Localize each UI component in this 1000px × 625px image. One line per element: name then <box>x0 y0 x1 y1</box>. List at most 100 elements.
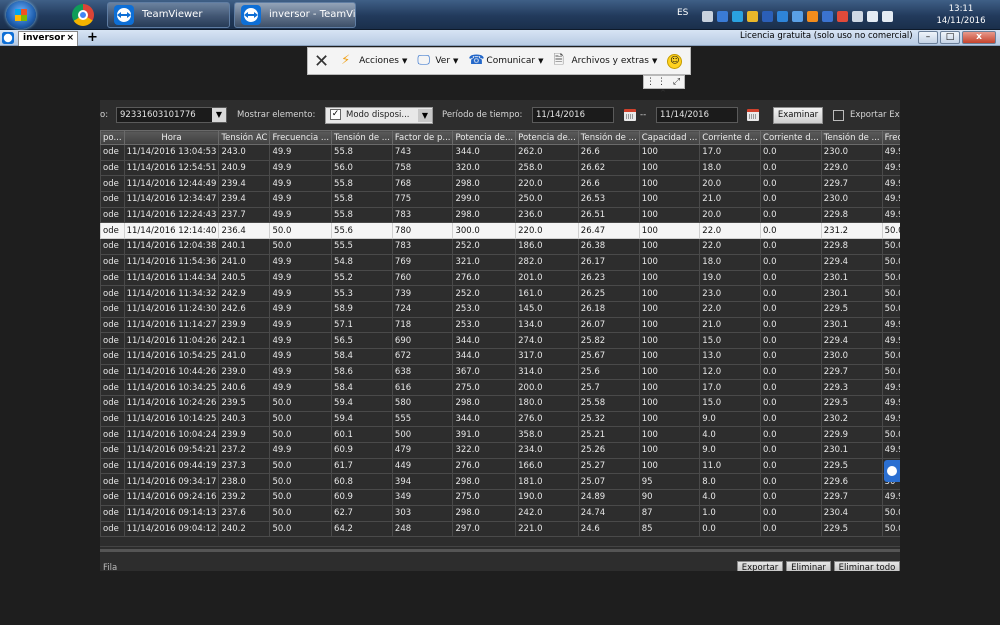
table-row[interactable]: ode 11/14/2016 10:34:25 240.6 49.9 58.4 616 27… <box>100 379 900 396</box>
table-cell: 250.0 <box>515 191 579 208</box>
column-header[interactable]: Tensión de ... <box>577 130 640 145</box>
menu-label: Acciones <box>359 56 399 66</box>
flag-icon[interactable] <box>837 10 848 22</box>
table-row[interactable]: ode 11/14/2016 11:24:30 242.6 49.9 58.9 724 25… <box>100 300 900 318</box>
table-cell: 22.0 <box>699 300 762 318</box>
column-header[interactable]: Potencia de... <box>452 130 517 145</box>
table-row[interactable]: ode 11/14/2016 13:04:53 243.0 49.9 55.8 743 34… <box>100 144 900 161</box>
table-row[interactable]: ode 11/14/2016 11:54:36 241.0 49.9 54.8 769 32… <box>100 253 900 271</box>
menu-comunicar[interactable]: ☎ Comunicar ▼ <box>468 54 543 68</box>
table-row[interactable]: ode 11/14/2016 09:34:17 238.0 50.0 60.8 394 29… <box>100 473 900 491</box>
table-row[interactable]: ode 11/14/2016 10:14:25 240.3 50.0 59.4 555 34… <box>100 410 900 428</box>
examine-button[interactable]: Examinar <box>773 107 823 124</box>
keyboard-icon[interactable] <box>702 10 713 22</box>
menu-archivos[interactable]: 🗎 Archivos y extras ▼ <box>553 54 657 68</box>
maximize-button[interactable]: □ <box>940 31 960 44</box>
column-header[interactable]: Factor de p... <box>391 130 454 145</box>
table-cell: 25.26 <box>577 442 640 459</box>
monitor-tray-icon[interactable] <box>822 10 833 22</box>
close-session-icon[interactable]: ✕ <box>314 51 329 72</box>
start-button[interactable] <box>6 1 36 29</box>
table-cell: 26.6 <box>577 175 640 193</box>
menu-ver[interactable]: 🖵 Ver ▼ <box>417 54 458 68</box>
table-row[interactable]: ode 11/14/2016 12:34:47 239.4 49.9 55.8 775 29… <box>100 191 900 208</box>
column-header[interactable]: po... <box>100 130 125 145</box>
export-excel-checkbox[interactable] <box>833 110 844 121</box>
horizontal-scrollbar[interactable] <box>100 549 900 552</box>
volume-icon[interactable] <box>882 10 893 22</box>
column-header[interactable]: Frecue <box>881 130 900 145</box>
taskbar-inversor[interactable]: inversor - TeamVi... <box>234 2 356 28</box>
date-from-input[interactable]: 11/14/2016 <box>532 107 614 123</box>
new-tab-button[interactable]: + <box>87 30 98 45</box>
table-row[interactable]: ode 11/14/2016 09:04:12 240.2 50.0 64.2 248 29… <box>100 520 900 538</box>
table-cell: 100 <box>638 300 701 318</box>
table-row[interactable]: ode 11/14/2016 10:54:25 241.0 49.9 58.4 672 34… <box>100 347 900 365</box>
drive-icon[interactable] <box>747 10 758 22</box>
sync-icon[interactable] <box>777 10 788 22</box>
tab-inversor[interactable]: inversor × <box>18 31 78 46</box>
table-row[interactable]: ode 11/14/2016 10:04:24 239.9 50.0 60.1 500 39… <box>100 426 900 444</box>
bluetooth-icon[interactable] <box>762 10 773 22</box>
column-header[interactable]: Potencia de... <box>515 130 579 145</box>
table-row[interactable]: ode 11/14/2016 09:14:13 237.6 50.0 62.7 303 29… <box>100 504 900 522</box>
column-header[interactable]: Corriente d... <box>760 130 822 145</box>
column-header[interactable]: Capacidad ... <box>638 130 701 145</box>
delete-all-button[interactable]: Eliminar todo <box>834 561 900 571</box>
table-cell: 49.9 <box>269 379 333 396</box>
power-icon[interactable] <box>852 10 863 22</box>
column-header[interactable]: Frecuencia ... <box>269 130 333 145</box>
table-row[interactable]: ode 11/14/2016 12:14:40 236.4 50.0 55.6 780 30… <box>100 222 900 240</box>
table-cell: 20.0 <box>699 206 762 224</box>
table-row[interactable]: ode 11/14/2016 12:44:49 239.4 49.9 55.8 768 29… <box>100 175 900 193</box>
tab-close-icon[interactable]: × <box>66 32 74 45</box>
avast-icon[interactable] <box>807 10 818 22</box>
table-row[interactable]: ode 11/14/2016 11:04:26 242.1 49.9 56.5 690 34… <box>100 332 900 349</box>
column-header[interactable]: Corriente d... <box>699 130 762 145</box>
calendar-icon[interactable] <box>624 109 636 121</box>
delete-button[interactable]: Eliminar <box>786 561 831 571</box>
chrome-taskbar-icon[interactable] <box>72 4 94 26</box>
table-row[interactable]: ode 11/14/2016 11:14:27 239.9 49.9 57.1 718 25… <box>100 316 900 334</box>
column-header[interactable]: Hora <box>123 130 220 145</box>
monitor-icon: 🖵 <box>417 53 430 68</box>
table-row[interactable]: ode 11/14/2016 09:54:21 237.2 49.9 60.9 479 32… <box>100 442 900 459</box>
taskbar-teamviewer[interactable]: TeamViewer <box>107 2 230 28</box>
signal-icon[interactable] <box>867 10 878 22</box>
table-cell: 100 <box>638 347 701 365</box>
app-icon[interactable] <box>792 10 803 22</box>
system-clock[interactable]: 13:11 14/11/2016 <box>928 3 994 27</box>
table-row[interactable]: ode 11/14/2016 12:04:38 240.1 50.0 55.5 783 25… <box>100 238 900 255</box>
teamviewer-side-panel-handle[interactable] <box>884 460 900 482</box>
date-to-input[interactable]: 11/14/2016 <box>656 107 738 123</box>
calendar-icon[interactable] <box>747 109 759 121</box>
table-cell: 239.0 <box>218 363 271 381</box>
table-cell: 25.27 <box>577 457 640 475</box>
table-row[interactable]: ode 11/14/2016 09:44:19 237.3 50.0 61.7 449 27… <box>100 457 900 475</box>
table-row[interactable]: ode 11/14/2016 10:24:26 239.5 50.0 59.4 580 29… <box>100 395 900 412</box>
table-cell: 743 <box>391 144 454 161</box>
column-header[interactable]: Tensión de ... <box>331 130 393 145</box>
teamviewer-tray-icon[interactable] <box>732 10 743 22</box>
table-cell: 242.1 <box>218 332 271 349</box>
table-row[interactable]: ode 11/14/2016 10:44:26 239.0 49.9 58.6 638 36… <box>100 363 900 381</box>
table-row[interactable]: ode 11/14/2016 11:34:32 242.9 49.9 55.3 739 25… <box>100 285 900 302</box>
menu-acciones[interactable]: ⚡ Acciones ▼ <box>341 54 407 68</box>
toolbar-collapse-controls[interactable]: ⋮⋮ ⤢ ⌃ <box>643 75 685 99</box>
minimize-button[interactable]: – <box>918 31 938 44</box>
table-cell: 49.9 <box>269 442 333 459</box>
table-cell: 50.0 <box>269 457 333 475</box>
table-row[interactable]: ode 11/14/2016 12:24:43 237.7 49.9 55.8 783 29… <box>100 206 900 224</box>
table-row[interactable]: ode 11/14/2016 11:44:34 240.5 49.9 55.2 760 27… <box>100 269 900 287</box>
export-button[interactable]: Exportar <box>737 561 783 571</box>
column-header[interactable]: Tensión de ... <box>820 130 883 145</box>
column-header[interactable]: Tensión AC <box>218 130 271 145</box>
network-icon[interactable] <box>717 10 728 22</box>
table-row[interactable]: ode 11/14/2016 12:54:51 240.9 49.9 56.0 758 32… <box>100 159 900 177</box>
feedback-smiley-icon[interactable]: ☺ <box>667 53 683 69</box>
close-button[interactable]: x <box>962 31 996 44</box>
table-row[interactable]: ode 11/14/2016 09:24:16 239.2 50.0 60.9 349 27… <box>100 489 900 506</box>
show-element-select[interactable]: ✓ Modo disposi... ▼ <box>325 107 433 124</box>
language-indicator[interactable]: ES <box>677 8 688 18</box>
device-select[interactable]: 92331603101776 ▼ <box>116 107 227 123</box>
